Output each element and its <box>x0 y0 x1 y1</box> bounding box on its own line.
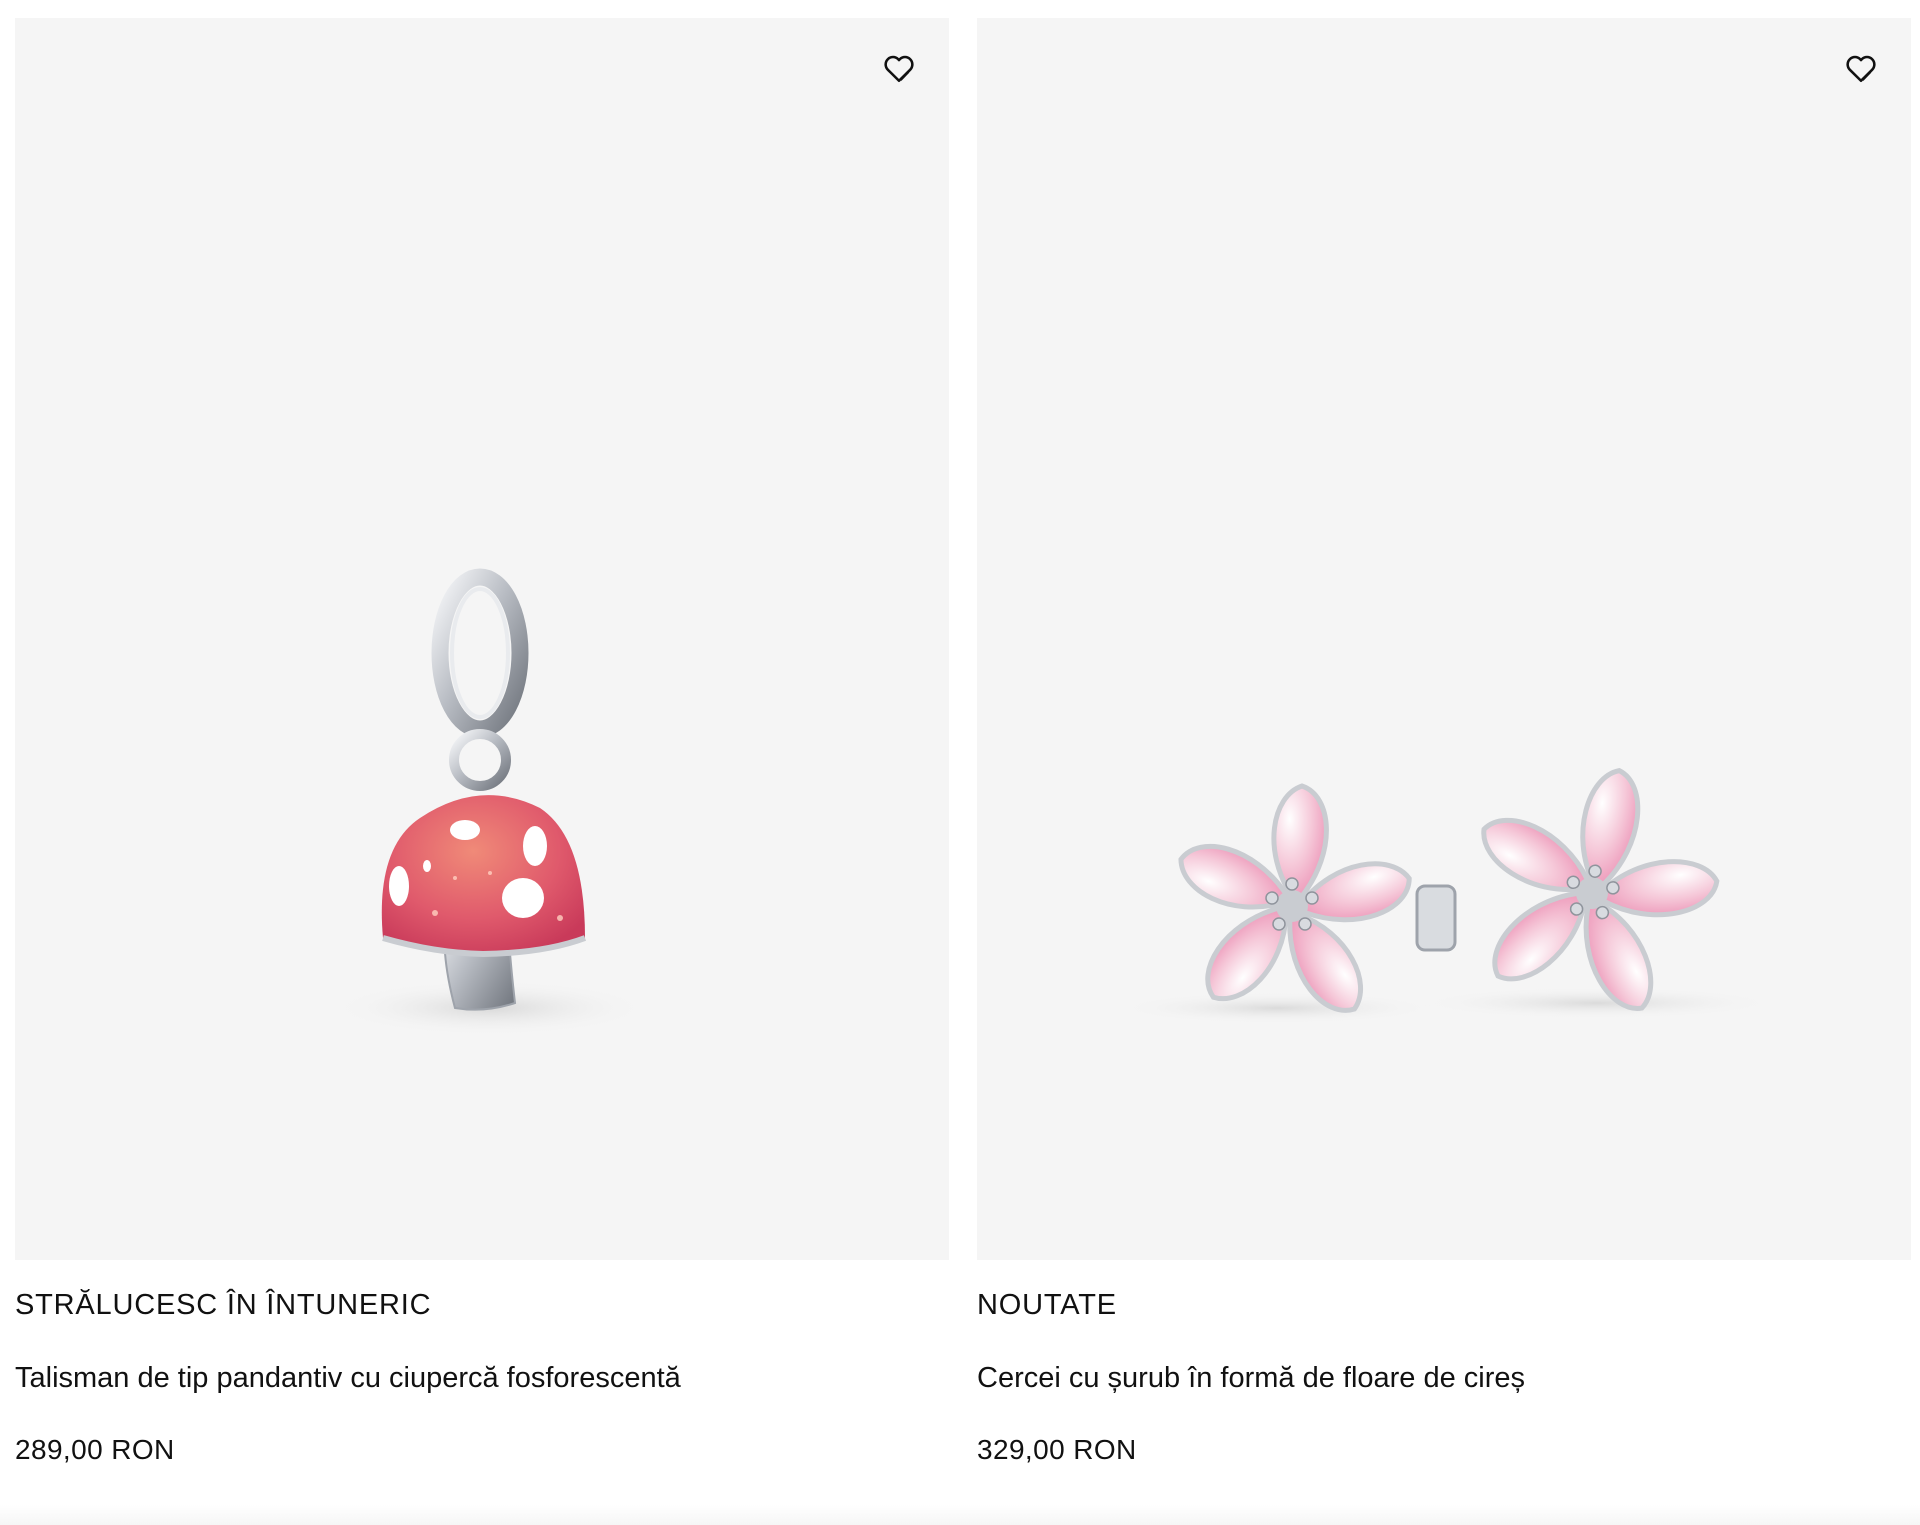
cherry-blossom-earrings-icon <box>1117 767 1777 1024</box>
product-badge: STRĂLUCESC ÎN ÎNTUNERIC <box>15 1289 432 1321</box>
product-image-container[interactable] <box>15 18 949 1260</box>
heart-outline-icon <box>1846 55 1876 83</box>
product-image-container[interactable] <box>977 18 1911 1260</box>
heart-outline-icon <box>884 55 914 83</box>
product-grid: STRĂLUCESC ÎN ÎNTUNERIC Talisman de tip … <box>0 0 1920 1525</box>
wishlist-button[interactable] <box>877 46 921 90</box>
product-info: NOUTATE Cercei cu șurub în formă de floa… <box>977 1280 1911 1468</box>
product-card-cherry-blossom-earrings[interactable]: NOUTATE Cercei cu șurub în formă de floa… <box>977 18 1911 1478</box>
mushroom-dangle-charm-icon <box>330 568 650 1036</box>
next-row-edge <box>0 1505 1920 1525</box>
product-info: STRĂLUCESC ÎN ÎNTUNERIC Talisman de tip … <box>15 1280 949 1468</box>
product-card-mushroom-charm[interactable]: STRĂLUCESC ÎN ÎNTUNERIC Talisman de tip … <box>15 18 949 1478</box>
product-title-link[interactable]: Cercei cu șurub în formă de floare de ci… <box>977 1360 1911 1396</box>
product-title-link[interactable]: Talisman de tip pandantiv cu ciupercă fo… <box>15 1360 949 1396</box>
product-price: 289,00 RON <box>15 1434 175 1465</box>
wishlist-button[interactable] <box>1839 46 1883 90</box>
product-price: 329,00 RON <box>977 1434 1137 1465</box>
product-badge: NOUTATE <box>977 1289 1117 1321</box>
